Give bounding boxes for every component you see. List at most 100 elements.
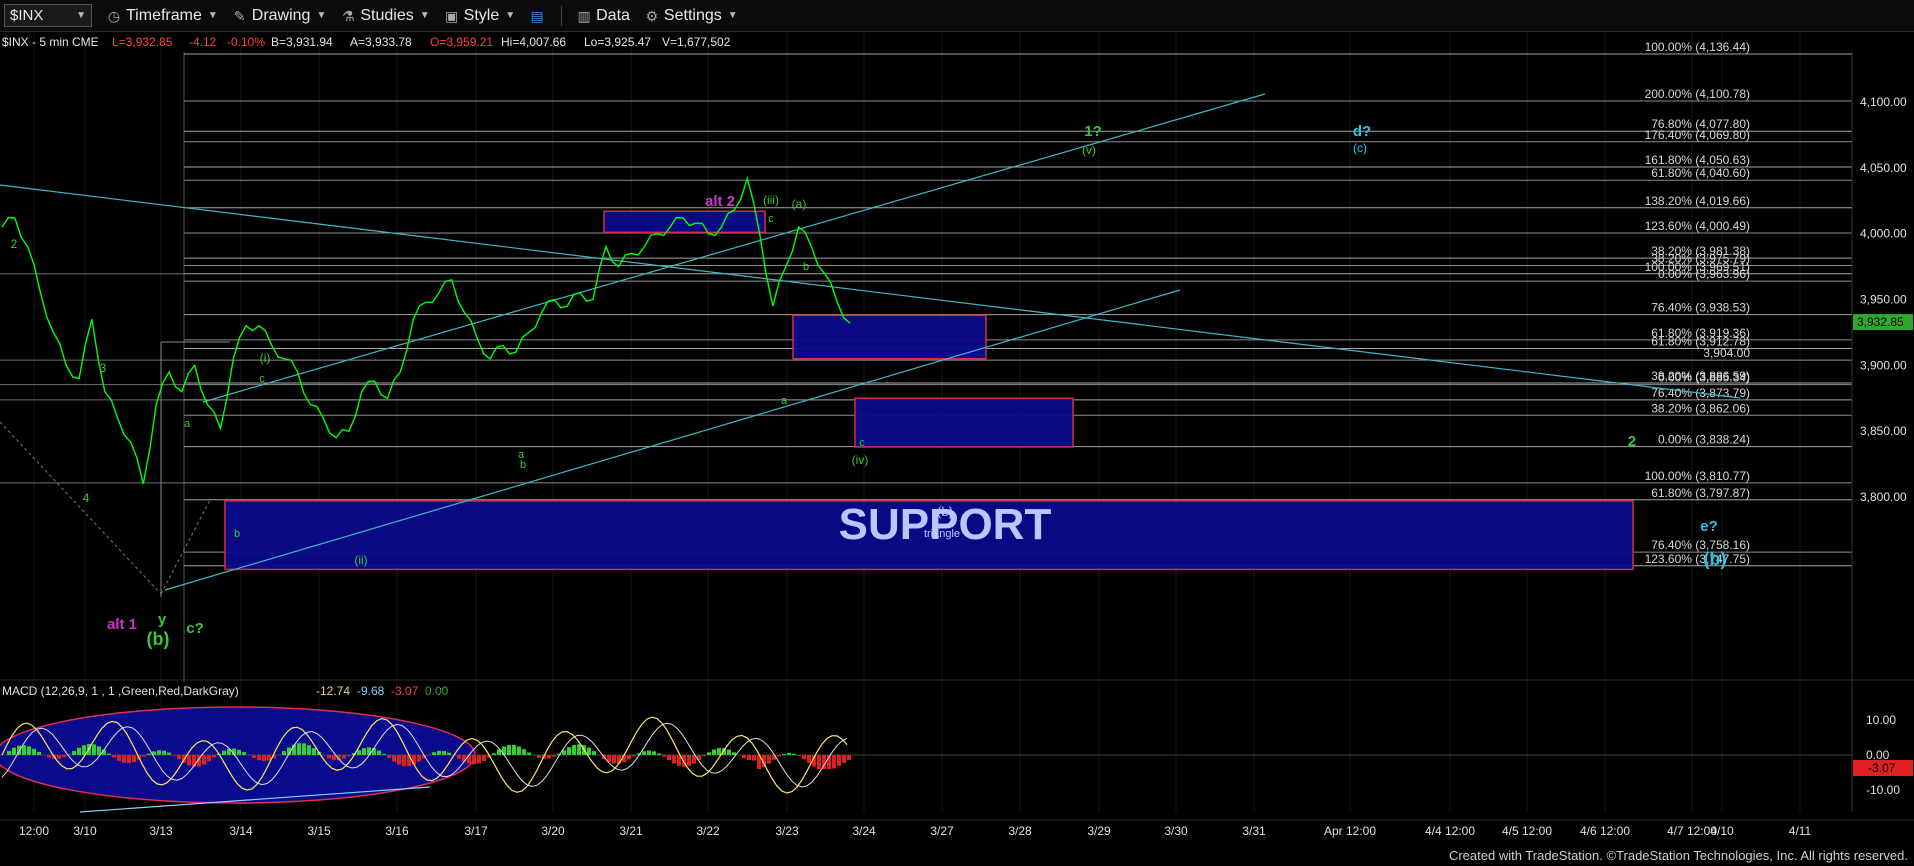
wave-label: 1? bbox=[1084, 123, 1102, 140]
fib-level-label: 76.40% (3,758.16) bbox=[1651, 538, 1750, 552]
macd-histogram-bar bbox=[362, 748, 366, 755]
macd-histogram-bar bbox=[222, 750, 226, 755]
fib-level-label: 200.00% (4,100.78) bbox=[1645, 87, 1750, 101]
timeframe-button[interactable]: ◷ Timeframe ▼ bbox=[106, 7, 218, 25]
layout-button[interactable]: ▤ bbox=[529, 8, 549, 24]
macd-histogram-bar bbox=[492, 753, 496, 755]
macd-histogram-bar bbox=[97, 746, 101, 755]
quote-percent: -0.10% bbox=[227, 35, 265, 49]
macd-histogram-bar bbox=[732, 752, 736, 755]
time-tick-label: 4/6 12:00 bbox=[1580, 824, 1630, 838]
macd-histogram-bar bbox=[797, 755, 801, 756]
macd-histogram-bar bbox=[357, 750, 361, 755]
wave-label: e? bbox=[1700, 518, 1718, 535]
macd-histogram-bar bbox=[807, 755, 811, 764]
macd-histogram-bar bbox=[522, 749, 526, 755]
price-tick-label: 3,900.00 bbox=[1860, 358, 1907, 372]
quote-change: -4.12 bbox=[189, 35, 217, 49]
macd-histogram-bar bbox=[332, 755, 336, 760]
macd-histogram-bar bbox=[77, 747, 81, 755]
style-button[interactable]: ▣ Style ▼ bbox=[444, 7, 515, 25]
studies-label: Studies bbox=[360, 6, 414, 24]
quote-last: L=3,932.85 bbox=[112, 35, 173, 49]
macd-histogram-bar bbox=[327, 755, 331, 759]
wave-label: c bbox=[859, 437, 865, 449]
symbol-value: $INX bbox=[10, 7, 44, 24]
macd-histogram-bar bbox=[477, 755, 481, 764]
macd-histogram-bar bbox=[652, 751, 656, 755]
macd-histogram-bar bbox=[847, 755, 851, 761]
drawing-button[interactable]: ✎ Drawing ▼ bbox=[232, 7, 327, 25]
macd-histogram-bar bbox=[162, 750, 166, 755]
macd-histogram-bar bbox=[842, 755, 846, 763]
macd-histogram-bar bbox=[742, 755, 746, 759]
time-tick-label: 3/31 bbox=[1242, 824, 1266, 838]
macd-histogram-bar bbox=[282, 751, 286, 755]
wave-label: a bbox=[781, 395, 788, 407]
macd-histogram-bar bbox=[417, 755, 421, 762]
macd-histogram-bar bbox=[342, 755, 346, 759]
macd-histogram-bar bbox=[752, 755, 756, 761]
wave-label: (iii) bbox=[763, 193, 779, 207]
time-tick-label: 3/15 bbox=[307, 824, 331, 838]
wave-label: 2 bbox=[11, 237, 18, 251]
macd-histogram-bar bbox=[402, 755, 406, 767]
fib-level-label: 61.80% (3,797.87) bbox=[1651, 486, 1750, 500]
toolbar-divider bbox=[561, 5, 563, 26]
data-button[interactable]: ▥ Data bbox=[576, 7, 630, 25]
macd-histogram-bar bbox=[142, 755, 146, 757]
quote-bid: B=3,931.94 bbox=[271, 35, 333, 49]
style-icon: ▣ bbox=[445, 7, 459, 24]
macd-histogram-bar bbox=[562, 750, 566, 755]
chevron-down-icon: ▼ bbox=[316, 10, 327, 21]
macd-histogram-bar bbox=[22, 745, 26, 755]
wave-label: 2 bbox=[1628, 433, 1636, 450]
macd-histogram-bar bbox=[262, 755, 266, 762]
price-chart[interactable]: 100.00% (4,136.44)200.00% (4,100.78)76.8… bbox=[0, 32, 1914, 847]
wave-label: c bbox=[259, 373, 265, 385]
macd-histogram-bar bbox=[837, 755, 841, 766]
chevron-down-icon: ▼ bbox=[76, 10, 86, 21]
wave-label: b bbox=[803, 261, 809, 273]
macd-histogram-bar bbox=[157, 750, 161, 755]
macd-histogram-bar bbox=[312, 748, 316, 755]
studies-button[interactable]: ⚗ Studies ▼ bbox=[340, 6, 430, 25]
symbol-selector[interactable]: $INX ▼ bbox=[4, 4, 92, 27]
macd-histogram-bar bbox=[57, 755, 61, 759]
macd-value: -12.74 bbox=[316, 684, 350, 698]
quote-name: $INX - 5 min CME bbox=[2, 35, 99, 49]
wave-label: triangle bbox=[924, 528, 960, 540]
macd-histogram-bar bbox=[107, 753, 111, 755]
macd-histogram-bar bbox=[792, 753, 796, 755]
macd-histogram-bar bbox=[662, 755, 666, 757]
time-tick-label: 4/5 12:00 bbox=[1502, 824, 1552, 838]
macd-histogram-bar bbox=[32, 748, 36, 755]
fib-level-label: 138.20% (4,019.66) bbox=[1645, 194, 1750, 208]
macd-histogram-bar bbox=[482, 755, 486, 761]
time-tick-label: 3/23 bbox=[775, 824, 799, 838]
macd-histogram-bar bbox=[302, 743, 306, 755]
macd-histogram-bar bbox=[802, 755, 806, 760]
macd-histogram-bar bbox=[707, 752, 711, 755]
macd-histogram-bar bbox=[447, 752, 451, 755]
wave-label: 3 bbox=[100, 361, 107, 375]
pencil-icon: ✎ bbox=[233, 7, 246, 24]
macd-histogram-bar bbox=[672, 755, 676, 764]
macd-histogram-bar bbox=[727, 749, 731, 755]
style-label: Style bbox=[463, 6, 500, 24]
fib-level-label: 123.60% (3,747.75) bbox=[1645, 552, 1750, 566]
macd-histogram-bar bbox=[472, 755, 476, 765]
time-tick-label: 3/14 bbox=[229, 824, 253, 838]
macd-histogram-bar bbox=[627, 755, 631, 760]
macd-histogram-bar bbox=[767, 755, 771, 764]
macd-histogram-bar bbox=[382, 753, 386, 755]
time-tick-label: 4/4 12:00 bbox=[1425, 824, 1475, 838]
macd-signal: -9.68 bbox=[357, 684, 385, 698]
time-tick-label: 3/17 bbox=[464, 824, 488, 838]
quote-volume: V=1,677,502 bbox=[662, 35, 731, 49]
macd-histogram-bar bbox=[642, 751, 646, 755]
settings-button[interactable]: ⚙ Settings ▼ bbox=[644, 7, 738, 25]
macd-histogram-bar bbox=[547, 755, 551, 759]
macd-histogram-bar bbox=[517, 746, 521, 755]
time-tick-label: 3/22 bbox=[696, 824, 720, 838]
